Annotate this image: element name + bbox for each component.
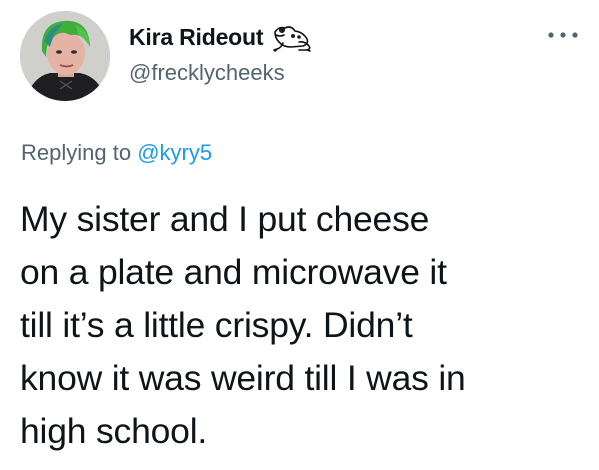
profile-photo bbox=[20, 11, 110, 101]
avatar[interactable] bbox=[20, 11, 110, 101]
reply-to-handle-link[interactable]: @kyry5 bbox=[137, 140, 212, 165]
reply-prefix: Replying to bbox=[21, 140, 138, 165]
reply-context: Replying to @kyry5 bbox=[21, 140, 212, 166]
more-options-icon[interactable] bbox=[545, 28, 581, 42]
tweet-text-line: till it’s a little crispy. Didn’t bbox=[20, 305, 413, 345]
frog-icon bbox=[273, 26, 312, 52]
tweet-card: Kira Rideout @frecklycheeks Replying to … bbox=[0, 0, 599, 470]
author-display-name[interactable]: Kira Rideout bbox=[129, 24, 264, 51]
tweet-text: My sister and I put cheese on a plate an… bbox=[20, 193, 590, 458]
tweet-text-line: on a plate and microwave it bbox=[20, 252, 447, 292]
tweet-text-line: know it was weird till I was in bbox=[20, 358, 466, 398]
tweet-text-line: high school. bbox=[20, 411, 208, 451]
author-handle[interactable]: @frecklycheeks bbox=[129, 60, 285, 86]
author-name-row: Kira Rideout bbox=[129, 22, 315, 52]
tweet-text-line: My sister and I put cheese bbox=[20, 199, 430, 239]
